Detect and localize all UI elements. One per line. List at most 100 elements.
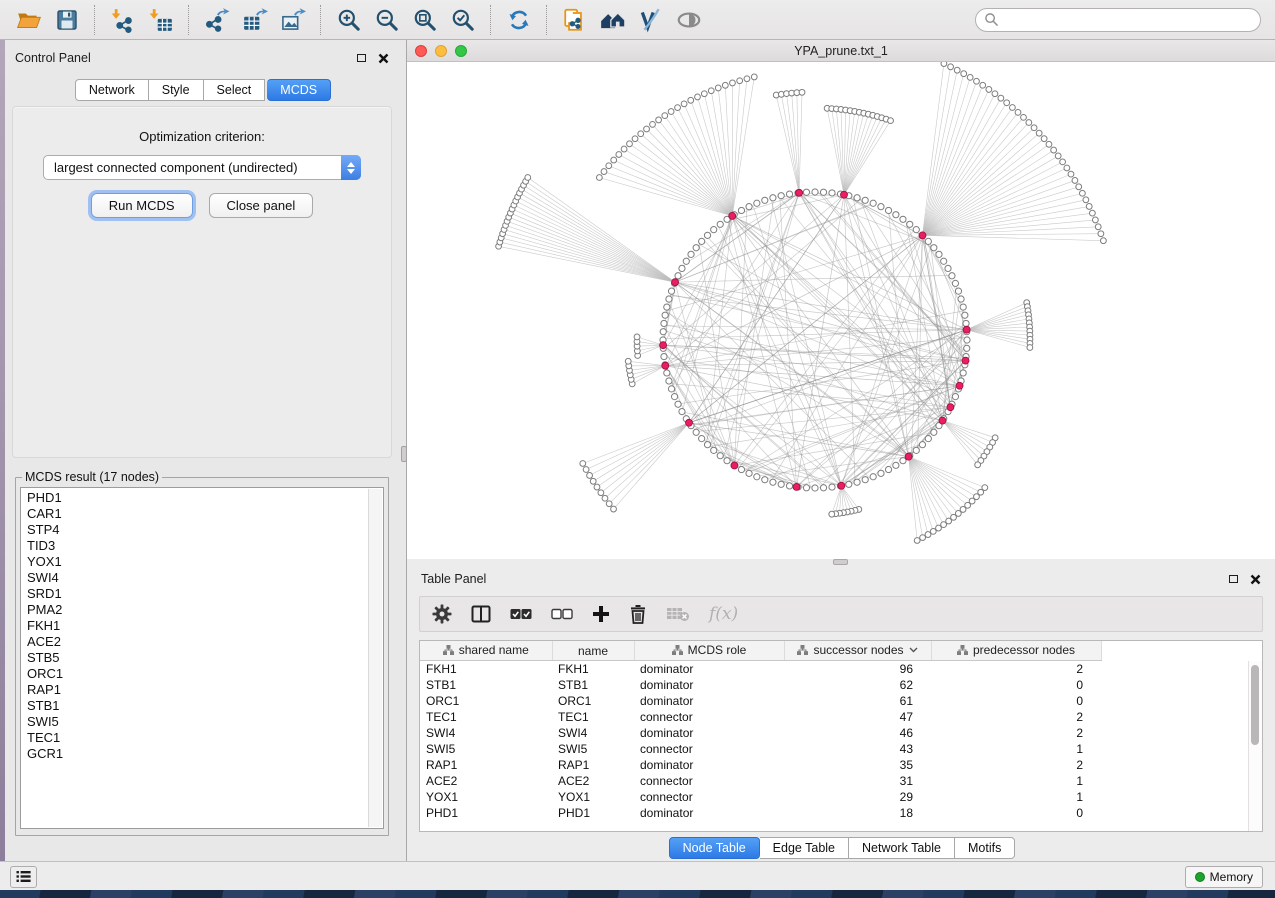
visual-mapping-button[interactable] (635, 4, 667, 36)
column-header-successor-nodes[interactable]: successor nodes (784, 641, 931, 661)
table-cell: 0 (931, 677, 1101, 693)
mcds-node-item[interactable]: GCR1 (27, 746, 367, 762)
node-table: shared namenameMCDS rolesuccessor nodesp… (420, 641, 1262, 821)
float-panel-icon[interactable] (1229, 575, 1238, 583)
window-maximize-button[interactable] (455, 45, 467, 57)
mcds-node-item[interactable]: CAR1 (27, 506, 367, 522)
sort-descending-icon (909, 647, 918, 653)
column-header-name[interactable]: name (552, 641, 634, 661)
import-table-button[interactable] (145, 4, 177, 36)
mcds-node-item[interactable]: STP4 (27, 522, 367, 538)
table-row[interactable]: ORC1ORC1dominator610 (420, 693, 1262, 709)
mcds-node-item[interactable]: TID3 (27, 538, 367, 554)
table-row[interactable]: SWI4SWI4dominator462 (420, 725, 1262, 741)
table-row[interactable]: ACE2ACE2connector311 (420, 773, 1262, 789)
splitter-handle-icon[interactable] (833, 559, 848, 565)
hide-graphics-button[interactable] (673, 4, 705, 36)
mcds-node-item[interactable]: SRD1 (27, 586, 367, 602)
mcds-node-item[interactable]: TEC1 (27, 730, 367, 746)
zoom-in-button[interactable] (333, 4, 365, 36)
column-header-predecessor-nodes[interactable]: predecessor nodes (931, 641, 1101, 661)
mcds-node-item[interactable]: SWI5 (27, 714, 367, 730)
table-scrollbar[interactable] (1248, 661, 1262, 831)
task-history-button[interactable] (10, 866, 37, 888)
table-cell: 43 (784, 741, 931, 757)
table-row[interactable]: STB1STB1dominator620 (420, 677, 1262, 693)
network-file-button[interactable] (559, 4, 591, 36)
mcds-node-item[interactable]: STB1 (27, 698, 367, 714)
tab-network-table[interactable]: Network Table (849, 837, 955, 859)
window-close-button[interactable] (415, 45, 427, 57)
export-table-button[interactable] (239, 4, 271, 36)
scrollbar-thumb[interactable] (1251, 665, 1259, 745)
close-panel-button[interactable]: Close panel (209, 193, 314, 218)
home-button[interactable] (597, 4, 629, 36)
mcds-node-item[interactable]: ORC1 (27, 666, 367, 682)
refresh-button[interactable] (503, 4, 535, 36)
optimization-criterion-select[interactable]: largest connected component (undirected) (43, 155, 361, 180)
show-column-button[interactable] (471, 605, 491, 623)
network-canvas[interactable] (407, 62, 1275, 559)
open-file-button[interactable] (13, 4, 45, 36)
table-cell: connector (634, 741, 784, 757)
memory-button[interactable]: Memory (1185, 866, 1263, 888)
close-panel-icon[interactable] (378, 53, 389, 64)
network-graph[interactable] (407, 62, 1275, 559)
tab-mcds[interactable]: MCDS (267, 79, 331, 101)
close-panel-icon[interactable] (1250, 574, 1261, 585)
column-header-mcds-role[interactable]: MCDS role (634, 641, 784, 661)
mcds-node-item[interactable]: STB5 (27, 650, 367, 666)
tab-style[interactable]: Style (149, 79, 204, 101)
save-session-button[interactable] (51, 4, 83, 36)
zoom-selected-button[interactable] (447, 4, 479, 36)
search-input[interactable] (1004, 12, 1252, 28)
mcds-node-item[interactable]: YOX1 (27, 554, 367, 570)
tab-select[interactable]: Select (204, 79, 266, 101)
export-network-button[interactable] (201, 4, 233, 36)
mcds-result-list[interactable]: PHD1CAR1STP4TID3YOX1SWI4SRD1PMA2FKH1ACE2… (20, 487, 384, 829)
delete-column-button[interactable] (629, 604, 647, 624)
mcds-list-scrollbar[interactable] (368, 489, 382, 827)
float-panel-icon[interactable] (357, 54, 366, 62)
columns-icon (471, 605, 491, 623)
column-header-filler (1101, 641, 1262, 661)
column-header-shared-name[interactable]: shared name (420, 641, 552, 661)
table-cell: dominator (634, 757, 784, 773)
mcds-node-item[interactable]: PHD1 (27, 490, 367, 506)
zoom-out-button[interactable] (371, 4, 403, 36)
zoom-fit-button[interactable] (409, 4, 441, 36)
mcds-node-item[interactable]: FKH1 (27, 618, 367, 634)
import-network-button[interactable] (107, 4, 139, 36)
window-minimize-button[interactable] (435, 45, 447, 57)
tab-motifs[interactable]: Motifs (955, 837, 1015, 859)
tab-edge-table[interactable]: Edge Table (760, 837, 849, 859)
table-row[interactable]: SWI5SWI5connector431 (420, 741, 1262, 757)
control-panel-tabs: NetworkStyleSelectMCDS (5, 79, 401, 101)
toolbar-separator (490, 5, 492, 35)
horizontal-splitter[interactable] (407, 559, 1275, 565)
add-column-button[interactable] (592, 605, 610, 623)
run-mcds-button[interactable]: Run MCDS (91, 193, 193, 218)
tab-network[interactable]: Network (75, 79, 149, 101)
network-and-table-area: YPA_prune.txt_1 Table Panel (407, 40, 1275, 861)
export-image-icon (280, 7, 306, 33)
mcds-node-item[interactable]: PMA2 (27, 602, 367, 618)
mcds-node-item[interactable]: SWI4 (27, 570, 367, 586)
mcds-node-item[interactable]: RAP1 (27, 682, 367, 698)
export-image-button[interactable] (277, 4, 309, 36)
select-all-button[interactable] (510, 608, 532, 620)
column-type-icon (797, 645, 808, 655)
table-row[interactable]: RAP1RAP1dominator352 (420, 757, 1262, 773)
unselect-all-button[interactable] (551, 608, 573, 620)
mcds-node-item[interactable]: ACE2 (27, 634, 367, 650)
table-row[interactable]: PHD1PHD1dominator180 (420, 805, 1262, 821)
task-list-icon (16, 870, 31, 883)
table-cell: SWI5 (552, 741, 634, 757)
table-row[interactable]: FKH1FKH1dominator962 (420, 661, 1262, 678)
table-toolbar: f(x) (419, 596, 1263, 632)
table-settings-button[interactable] (432, 604, 452, 624)
table-row[interactable]: YOX1YOX1connector291 (420, 789, 1262, 805)
tab-node-table[interactable]: Node Table (669, 837, 760, 859)
table-row[interactable]: TEC1TEC1connector472 (420, 709, 1262, 725)
table-cell-filler (1101, 789, 1262, 805)
